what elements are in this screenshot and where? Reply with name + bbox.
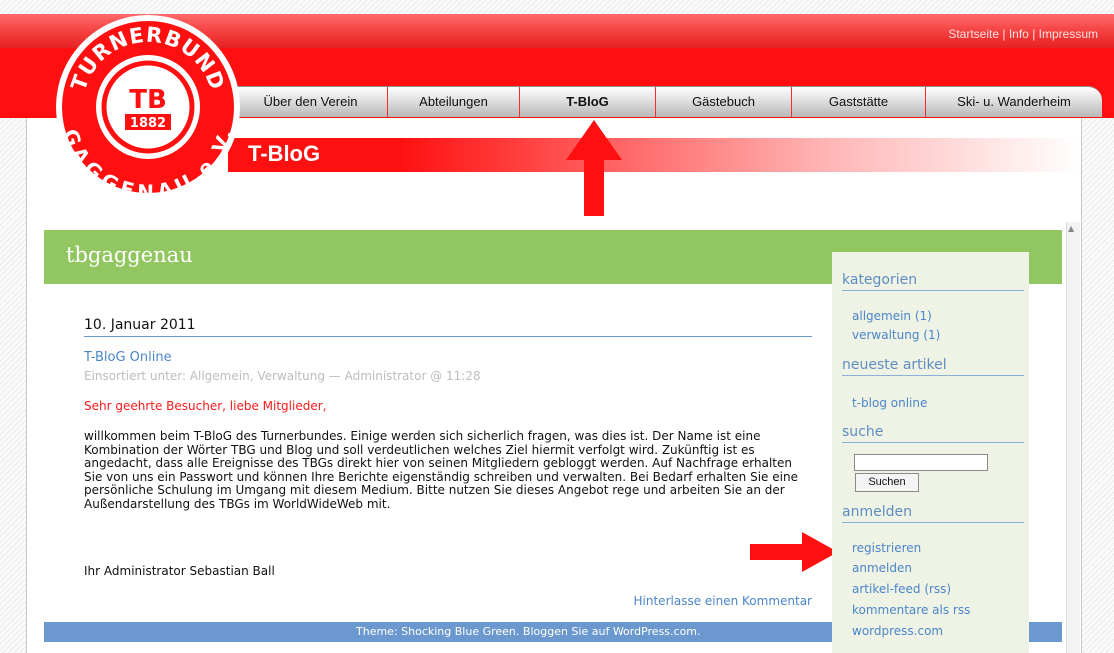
wordpress-link[interactable]: wordpress.com — [852, 624, 943, 638]
turnerbund-logo[interactable]: TURNERBUND GAGGENAU e.V. TB 1882 — [53, 12, 243, 202]
vertical-scrollbar[interactable] — [1066, 222, 1080, 653]
top-link-impressum[interactable]: Impressum — [1039, 27, 1098, 41]
page-subtitle: T-BloG — [248, 141, 321, 166]
top-link-info[interactable]: Info — [1009, 27, 1029, 41]
post-greeting: Sehr geehrte Besucher, liebe Mitglieder, — [84, 399, 327, 413]
sidebar-heading-anmelden: anmelden — [842, 504, 1024, 523]
sidebar-heading-suche: suche — [842, 424, 1024, 443]
blog-name[interactable]: tbgaggenau — [66, 243, 193, 267]
nav-item-gaestebuch[interactable]: Gästebuch — [656, 87, 792, 117]
blog-footer-text: Theme: Shocking Blue Green. Bloggen Sie … — [356, 625, 701, 638]
article-feed-link[interactable]: artikel-feed (rss) — [852, 582, 951, 596]
nav-item-t-blog[interactable]: T-BloG — [520, 87, 656, 117]
post-body: willkommen beim T-BloG des Turnerbundes.… — [84, 429, 798, 511]
main-nav: Über den Verein Abteilungen T-BloG Gäste… — [234, 86, 1102, 117]
search-button[interactable]: Suchen — [855, 473, 919, 492]
scroll-up-arrow-icon[interactable]: ▲ — [1068, 224, 1074, 233]
leave-comment-link[interactable]: Hinterlasse einen Kommentar — [634, 594, 812, 608]
nav-item-abteilungen[interactable]: Abteilungen — [388, 87, 520, 117]
login-link[interactable]: anmelden — [852, 561, 912, 575]
post-meta: Einsortiert unter: Allgemein, Verwaltung… — [84, 369, 481, 383]
logo-monogram: TB — [129, 85, 167, 115]
post-date: 10. Januar 2011 — [84, 317, 812, 337]
nav-item-ski-wanderheim[interactable]: Ski- u. Wanderheim — [926, 87, 1102, 117]
category-link-allgemein[interactable]: allgemein (1) — [852, 309, 932, 323]
red-arrow-up-icon — [566, 120, 622, 216]
post-title-link[interactable]: T-BloG Online — [84, 350, 172, 365]
top-links: Startseite | Info | Impressum — [948, 27, 1098, 41]
sidebar-heading-neueste-artikel: neueste artikel — [842, 357, 1024, 376]
search-input[interactable] — [854, 454, 988, 471]
register-link[interactable]: registrieren — [852, 541, 921, 555]
recent-article-link[interactable]: t-blog online — [852, 396, 927, 410]
sidebar-heading-kategorien: kategorien — [842, 272, 1024, 291]
post-signature: Ihr Administrator Sebastian Ball — [84, 564, 275, 578]
logo-year: 1882 — [130, 116, 166, 131]
subheader-band — [228, 138, 1080, 172]
comments-rss-link[interactable]: kommentare als rss — [852, 603, 970, 617]
category-link-verwaltung[interactable]: verwaltung (1) — [852, 328, 940, 342]
nav-item-gaststaette[interactable]: Gaststätte — [792, 87, 926, 117]
red-arrow-right-icon — [750, 532, 838, 572]
nav-item-ueber-den-verein[interactable]: Über den Verein — [234, 87, 388, 117]
top-link-startseite[interactable]: Startseite — [948, 27, 999, 41]
